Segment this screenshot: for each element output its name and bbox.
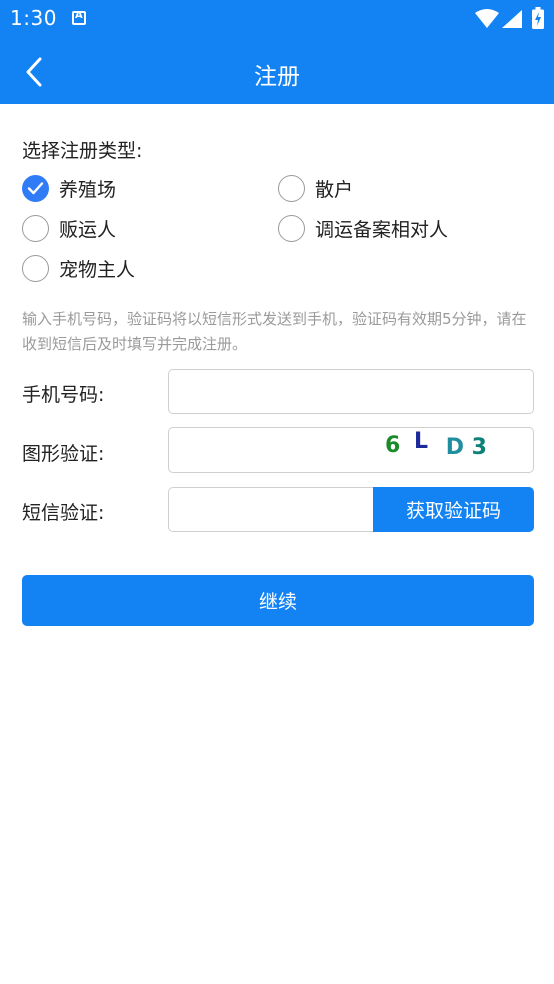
cell-signal-icon: [502, 10, 522, 28]
captcha-text: 6 L D 3: [385, 429, 487, 460]
radio-label: 调运备案相对人: [315, 218, 449, 241]
phone-input[interactable]: [168, 369, 534, 414]
continue-button[interactable]: 继续: [22, 575, 534, 626]
sms-code-input[interactable]: [168, 487, 374, 532]
radio-unchecked-icon: [22, 214, 49, 242]
phone-label: 手机号码:: [22, 384, 105, 406]
radio-label: 散户: [315, 178, 354, 201]
radio-smallholder[interactable]: 散户: [278, 173, 353, 203]
radio-unchecked-icon: [22, 254, 49, 282]
radio-transport-filer[interactable]: 调运备案相对人: [278, 213, 448, 243]
radio-breeding-farm[interactable]: 养殖场: [22, 173, 116, 203]
captcha-image[interactable]: 6 L D 3: [373, 427, 534, 473]
radio-label: 养殖场: [59, 178, 117, 201]
captcha-label: 图形验证:: [22, 443, 105, 465]
wifi-icon: [475, 9, 499, 28]
instructions-text: 输入手机号码，验证码将以短信形式发送到手机，验证码有效期5分钟，请在收到短信后及…: [22, 310, 527, 353]
radio-unchecked-icon: [278, 214, 305, 242]
battery-charging-icon: [532, 7, 544, 29]
get-code-button[interactable]: 获取验证码: [373, 487, 534, 532]
captcha-char: L: [413, 429, 429, 454]
registration-type-title: 选择注册类型:: [22, 140, 143, 162]
radio-label: 宠物主人: [59, 258, 136, 281]
radio-label: 贩运人: [59, 218, 117, 241]
captcha-char: D: [445, 435, 464, 460]
notification-a-icon: [72, 10, 86, 25]
radio-pet-owner[interactable]: 宠物主人: [22, 253, 135, 283]
radio-checked-icon: [22, 174, 49, 202]
captcha-char: 6: [385, 433, 401, 458]
radio-trafficker[interactable]: 贩运人: [22, 213, 116, 243]
radio-unchecked-icon: [278, 174, 305, 202]
page-title: 注册: [254, 64, 300, 90]
status-time: 1:30: [10, 6, 57, 30]
status-bar: 1:30: [0, 0, 554, 40]
app-bar: 注册: [0, 40, 554, 104]
captcha-input[interactable]: [168, 427, 374, 473]
sms-label: 短信验证:: [22, 502, 105, 524]
captcha-char: 3: [471, 435, 487, 460]
